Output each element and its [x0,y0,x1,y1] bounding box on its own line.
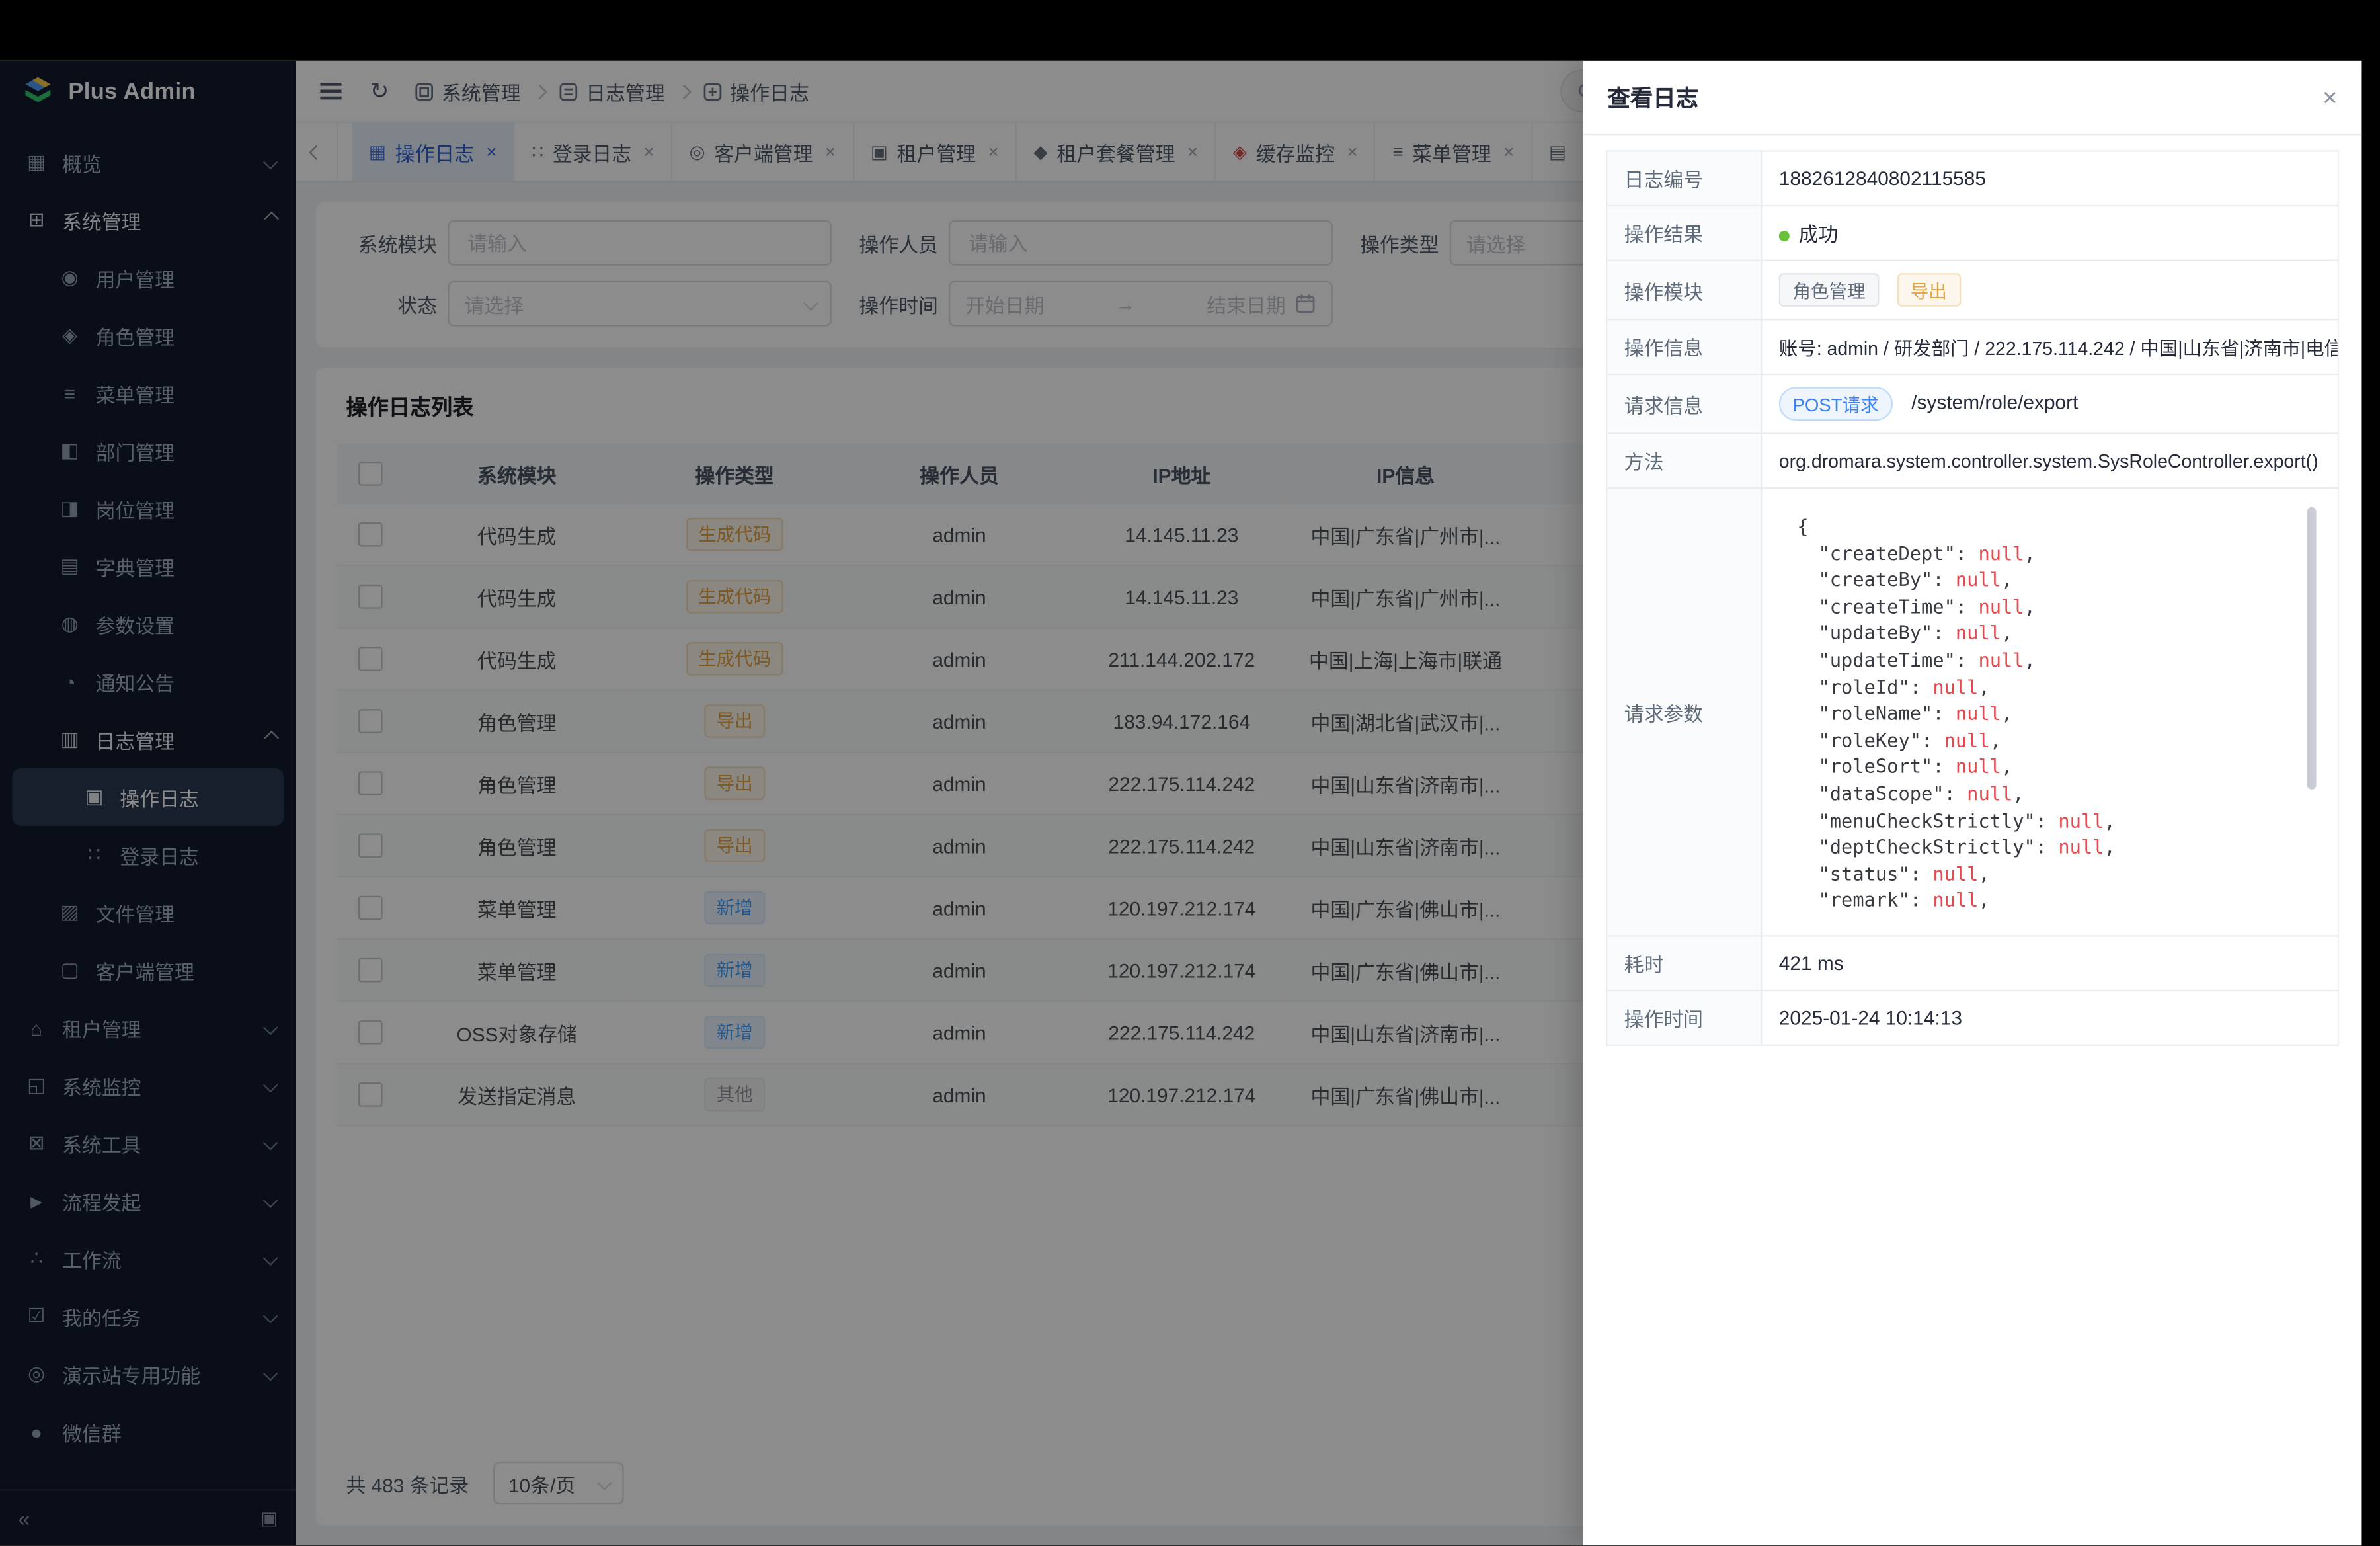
duration-label: 耗时 [1606,936,1761,991]
scrollbar[interactable] [2307,507,2317,914]
action-tag: 导出 [1897,273,1960,307]
scrollbar-thumb[interactable] [2307,507,2317,790]
time-label: 操作时间 [1606,991,1761,1045]
log-id-label: 日志编号 [1606,151,1761,206]
success-dot-icon [1779,231,1790,241]
method-value: org.dromara.system.controller.system.Sys… [1761,433,2338,488]
request-params-json[interactable]: { createDept: null, createBy: null, crea… [1779,501,2321,923]
post-method-tag: POST请求 [1779,387,1892,421]
duration-value: 421 ms [1761,936,2338,991]
result-label: 操作结果 [1606,206,1761,261]
method-label: 方法 [1606,433,1761,488]
request-url: /system/role/export [1911,391,2078,413]
request-label: 请求信息 [1606,374,1761,434]
drawer-body: 日志编号 1882612840802115585 操作结果 成功 操作模块 角色… [1583,135,2362,1545]
screen: Plus Admin ▦概览 ⊞系统管理 ◉用户管理 ◈角色管理 ≡菜单管理 ◧… [0,0,2380,1546]
drawer-header: 查看日志 × [1583,61,2362,135]
info-value: 账号: admin / 研发部门 / 222.175.114.242 / 中国|… [1761,319,2338,374]
drawer-close-button[interactable]: × [2322,84,2338,110]
time-value: 2025-01-24 10:14:13 [1761,991,2338,1045]
log-detail-table: 日志编号 1882612840802115585 操作结果 成功 操作模块 角色… [1606,150,2339,1046]
module-tag: 角色管理 [1779,273,1880,307]
result-value: 成功 [1799,223,1839,245]
log-id-value: 1882612840802115585 [1761,151,2338,206]
drawer-title: 查看日志 [1607,81,1698,113]
module-label: 操作模块 [1606,261,1761,320]
view-log-drawer: 查看日志 × 日志编号 1882612840802115585 操作结果 成功 … [1583,61,2362,1545]
app-window: Plus Admin ▦概览 ⊞系统管理 ◉用户管理 ◈角色管理 ≡菜单管理 ◧… [0,61,2361,1545]
params-label: 请求参数 [1606,488,1761,936]
info-label: 操作信息 [1606,319,1761,374]
